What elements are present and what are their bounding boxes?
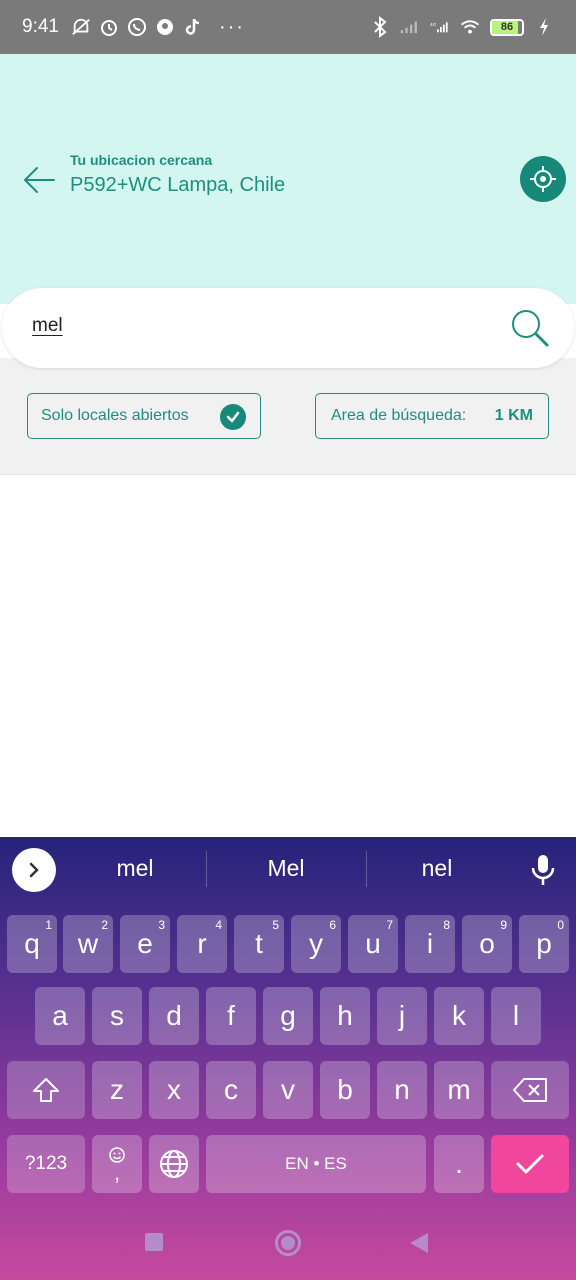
key-m[interactable]: m <box>434 1061 484 1119</box>
chevron-right-icon <box>29 862 39 878</box>
key-g[interactable]: g <box>263 987 313 1045</box>
period-key[interactable]: . <box>434 1135 484 1193</box>
home-dot <box>281 1236 295 1250</box>
microphone-icon[interactable] <box>530 853 556 887</box>
my-location-button[interactable] <box>520 156 566 202</box>
key-d[interactable]: d <box>149 987 199 1045</box>
backspace-key[interactable] <box>491 1061 569 1119</box>
key-t[interactable]: t5 <box>234 915 284 973</box>
app-icon <box>155 17 175 37</box>
suggestion-divider <box>206 851 207 887</box>
status-bar: 9:41 ··· 4G 86 <box>0 0 576 54</box>
location-caption: Tu ubicacion cercana <box>70 152 213 168</box>
emoji-comma-key[interactable]: , <box>92 1135 142 1193</box>
globe-icon <box>160 1150 188 1178</box>
key-s[interactable]: s <box>92 987 142 1045</box>
check-icon <box>220 404 246 430</box>
key-x[interactable]: x <box>149 1061 199 1119</box>
key-e[interactable]: e3 <box>120 915 170 973</box>
recents-button[interactable] <box>145 1233 163 1251</box>
suggestion-1[interactable]: mel <box>65 855 205 882</box>
key-r[interactable]: r4 <box>177 915 227 973</box>
navigation-bar <box>0 1205 576 1280</box>
open-only-label: Solo locales abiertos <box>41 407 189 424</box>
key-y[interactable]: y6 <box>291 915 341 973</box>
key-a[interactable]: a <box>35 987 85 1045</box>
key-o[interactable]: o9 <box>462 915 512 973</box>
filter-bar: Solo locales abiertos Area de búsqueda: … <box>0 358 576 475</box>
keyboard-toolbar-button[interactable] <box>12 848 56 892</box>
key-j[interactable]: j <box>377 987 427 1045</box>
location-header: Tu ubicacion cercana P592+WC Lampa, Chil… <box>0 54 576 304</box>
tiktok-icon <box>183 17 203 37</box>
whatsapp-icon <box>127 17 147 37</box>
key-q[interactable]: q1 <box>7 915 57 973</box>
key-n[interactable]: n <box>377 1061 427 1119</box>
search-input[interactable]: mel <box>32 315 63 337</box>
location-address[interactable]: P592+WC Lampa, Chile <box>70 174 285 197</box>
shift-icon <box>33 1078 59 1102</box>
shift-key[interactable] <box>7 1061 85 1119</box>
key-p[interactable]: p0 <box>519 915 569 973</box>
status-time: 9:41 <box>22 16 59 37</box>
comma-label: , <box>113 1160 121 1185</box>
search-area-filter[interactable]: Area de búsqueda: 1 KM <box>315 393 549 439</box>
search-area-value: 1 KM <box>494 407 533 424</box>
crosshair-icon <box>530 166 556 192</box>
symbols-key[interactable]: ?123 <box>7 1135 85 1193</box>
key-u[interactable]: u7 <box>348 915 398 973</box>
key-k[interactable]: k <box>434 987 484 1045</box>
back-nav-button[interactable] <box>410 1233 428 1253</box>
arrow-left-icon <box>24 167 55 193</box>
charging-icon <box>534 17 554 37</box>
enter-key[interactable] <box>491 1135 569 1193</box>
key-z[interactable]: z <box>92 1061 142 1119</box>
key-i[interactable]: i8 <box>405 915 455 973</box>
svg-text:4G: 4G <box>430 22 437 27</box>
battery-icon: 86 <box>490 18 524 36</box>
key-f[interactable]: f <box>206 987 256 1045</box>
signal-off-icon <box>400 17 420 37</box>
search-icon[interactable] <box>510 308 550 348</box>
space-key[interactable]: EN • ES <box>206 1135 426 1193</box>
4g-signal-icon: 4G <box>430 17 450 37</box>
search-area-label: Area de búsqueda: <box>331 407 467 424</box>
key-b[interactable]: b <box>320 1061 370 1119</box>
open-only-filter[interactable]: Solo locales abiertos <box>27 393 261 439</box>
key-v[interactable]: v <box>263 1061 313 1119</box>
alarm-icon <box>99 17 119 37</box>
search-bar: mel <box>2 288 574 368</box>
backspace-icon <box>513 1078 547 1102</box>
key-c[interactable]: c <box>206 1061 256 1119</box>
language-key[interactable] <box>149 1135 199 1193</box>
results-list <box>0 476 576 837</box>
wifi-icon <box>460 17 480 37</box>
bluetooth-icon <box>370 16 390 38</box>
key-h[interactable]: h <box>320 987 370 1045</box>
suggestion-3[interactable]: nel <box>367 855 507 882</box>
home-button[interactable] <box>275 1230 301 1256</box>
do-not-disturb-icon <box>71 17 91 37</box>
suggestion-bar: mel Mel nel <box>0 837 576 903</box>
suggestion-2[interactable]: Mel <box>216 855 356 882</box>
back-button[interactable] <box>20 162 58 198</box>
checkmark-icon <box>516 1154 544 1174</box>
more-notifications: ··· <box>218 15 245 38</box>
key-w[interactable]: w2 <box>63 915 113 973</box>
key-l[interactable]: l <box>491 987 541 1045</box>
